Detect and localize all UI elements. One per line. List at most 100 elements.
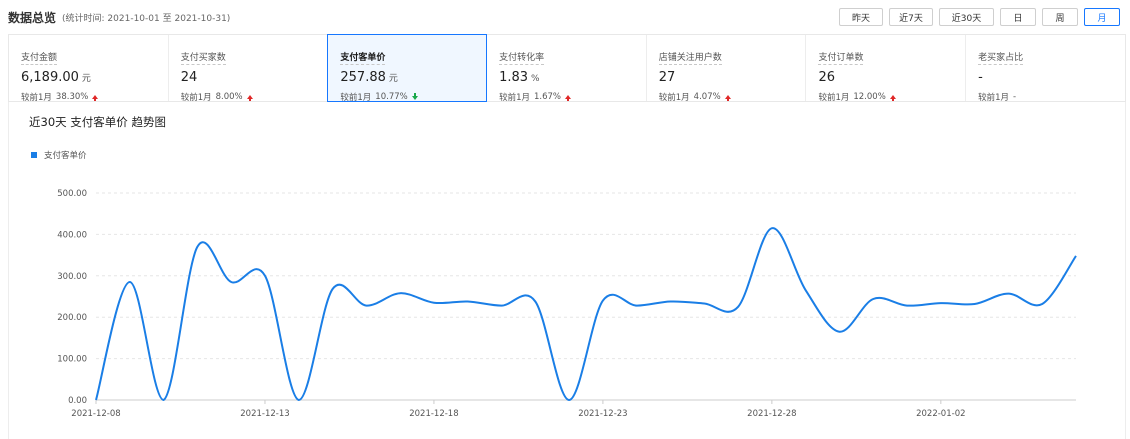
metric-value: 257.88 bbox=[340, 70, 386, 85]
x-tick-label: 2021-12-08 bbox=[71, 409, 120, 419]
x-tick-label: 2021-12-18 bbox=[409, 409, 458, 419]
metric-value: 24 bbox=[180, 70, 198, 85]
page-title: 数据总览 bbox=[8, 11, 57, 25]
data-point[interactable] bbox=[499, 303, 505, 309]
compare-value: 38.30% bbox=[55, 92, 89, 102]
metric-label: 支付金额 bbox=[21, 53, 58, 65]
data-point[interactable] bbox=[769, 225, 775, 231]
data-point[interactable] bbox=[600, 298, 606, 304]
month-button[interactable]: 月 bbox=[1084, 8, 1120, 26]
metric-unit: 元 bbox=[388, 74, 398, 84]
data-point[interactable] bbox=[431, 300, 437, 306]
day-button[interactable]: 日 bbox=[1000, 8, 1036, 26]
data-point[interactable] bbox=[93, 397, 99, 403]
metric-card-payment-amount[interactable]: 支付金额 6,189.00 元 较前1月 38.30% bbox=[9, 35, 169, 103]
data-point[interactable] bbox=[532, 298, 538, 304]
data-point[interactable] bbox=[904, 303, 910, 309]
data-point[interactable] bbox=[701, 301, 707, 307]
data-point[interactable] bbox=[667, 298, 673, 304]
metric-value: - bbox=[978, 70, 983, 85]
metric-label: 支付客单价 bbox=[340, 53, 386, 65]
compare-value: 1.67% bbox=[533, 92, 561, 102]
metric-value: 6,189.00 bbox=[21, 70, 79, 85]
data-point[interactable] bbox=[296, 397, 302, 403]
data-point[interactable] bbox=[127, 279, 133, 285]
data-point[interactable] bbox=[735, 304, 741, 310]
trend-up-icon bbox=[724, 95, 731, 101]
trend-up-icon bbox=[565, 95, 571, 101]
y-tick-label: 300.00 bbox=[57, 272, 87, 282]
x-tick-label: 2022-01-02 bbox=[916, 409, 965, 419]
x-tick-label: 2021-12-28 bbox=[747, 409, 796, 419]
data-point[interactable] bbox=[634, 303, 640, 309]
metric-value: 1.83 bbox=[499, 70, 529, 85]
data-point[interactable] bbox=[566, 397, 572, 403]
metric-label: 店铺关注用户数 bbox=[658, 53, 722, 65]
data-point[interactable] bbox=[1039, 301, 1045, 307]
data-point[interactable] bbox=[836, 329, 842, 335]
data-point[interactable] bbox=[938, 300, 944, 306]
trend-down-icon bbox=[411, 93, 418, 100]
data-point[interactable] bbox=[870, 296, 876, 302]
compare-value: 4.07% bbox=[693, 92, 721, 102]
statistics-period: (统计时间: 2021-10-01 至 2021-10-31) bbox=[62, 11, 230, 24]
metric-card-avg-order-value[interactable]: 支付客单价 257.88 元 较前1月 10.77% bbox=[327, 34, 488, 103]
y-tick-label: 500.00 bbox=[57, 189, 87, 199]
metric-card-buyers[interactable]: 支付买家数 24 较前1月 8.00% bbox=[169, 35, 329, 103]
data-point[interactable] bbox=[363, 303, 369, 309]
x-tick-label: 2021-12-23 bbox=[578, 409, 627, 419]
y-tick-label: 0.00 bbox=[68, 396, 87, 406]
period-separator: 至 bbox=[162, 14, 172, 24]
metric-value-row: 257.88 元 bbox=[340, 70, 474, 87]
metric-card-returning-buyers[interactable]: 老买家占比 - 较前1月 - bbox=[966, 35, 1126, 103]
metric-value-row: 6,189.00 元 bbox=[21, 70, 156, 87]
compare-value: 8.00% bbox=[215, 92, 243, 102]
data-point[interactable] bbox=[972, 301, 978, 307]
data-point[interactable] bbox=[803, 287, 809, 293]
metric-unit: 元 bbox=[81, 74, 91, 84]
period-start: 2021-10-01 bbox=[107, 14, 160, 24]
data-point[interactable] bbox=[194, 244, 200, 250]
compare-value: 10.77% bbox=[375, 92, 408, 102]
data-point[interactable] bbox=[161, 397, 167, 403]
data-point[interactable] bbox=[465, 298, 471, 304]
data-point[interactable] bbox=[397, 290, 403, 296]
x-tick-label: 2021-12-13 bbox=[240, 409, 289, 419]
data-point[interactable] bbox=[228, 279, 234, 285]
metric-card-conversion-rate[interactable]: 支付转化率 1.83% 较前1月 1.67% bbox=[487, 35, 647, 103]
metric-value-row: 24 bbox=[181, 70, 316, 87]
compare-value: - bbox=[1013, 92, 1017, 102]
y-tick-label: 400.00 bbox=[57, 230, 87, 240]
time-range-selector: 昨天 近7天 近30天 日 周 月 bbox=[839, 8, 1120, 26]
metric-value: 26 bbox=[818, 70, 835, 85]
data-point[interactable] bbox=[1005, 291, 1011, 297]
trend-up-icon bbox=[92, 95, 99, 101]
metric-label: 支付买家数 bbox=[180, 53, 226, 65]
data-point[interactable] bbox=[1073, 253, 1079, 259]
data-point[interactable] bbox=[330, 286, 336, 292]
y-tick-label: 200.00 bbox=[57, 313, 87, 323]
metric-value-row: 1.83% bbox=[499, 70, 634, 87]
y-tick-label: 100.00 bbox=[57, 355, 87, 365]
period-end: 2021-10-31) bbox=[174, 14, 231, 24]
series-line[interactable] bbox=[95, 227, 1077, 401]
trend-up-icon bbox=[246, 95, 253, 101]
metric-label: 支付订单数 bbox=[818, 53, 864, 65]
metric-value-row: 26 bbox=[818, 70, 953, 87]
metric-label: 老买家占比 bbox=[978, 53, 1024, 65]
metrics-row: 支付金额 6,189.00 元 较前1月 38.30% 支付买家数 24 较前1月 8… bbox=[8, 34, 1126, 103]
last-30-days-button[interactable]: 近30天 bbox=[939, 8, 994, 26]
data-point[interactable] bbox=[262, 273, 268, 279]
metric-value: 27 bbox=[658, 70, 676, 85]
week-button[interactable]: 周 bbox=[1042, 8, 1078, 26]
metric-label: 支付转化率 bbox=[499, 53, 545, 65]
yesterday-button[interactable]: 昨天 bbox=[839, 8, 883, 26]
last-7-days-button[interactable]: 近7天 bbox=[889, 8, 933, 26]
trend-line-chart[interactable]: 0.00 100.00 200.00 300.00 400.00 500.00 2021-1… bbox=[9, 102, 1125, 439]
trend-chart-panel: 近30天 支付客单价 趋势图 支付客单价 0.00 100.00 200.00 300… bbox=[8, 102, 1126, 439]
metric-value-row: 27 bbox=[659, 70, 794, 87]
metric-card-followers[interactable]: 店铺关注用户数 27 较前1月 4.07% bbox=[647, 35, 807, 103]
metric-value-row: - bbox=[978, 70, 1114, 87]
trend-up-icon bbox=[889, 95, 896, 101]
metric-card-orders[interactable]: 支付订单数 26 较前1月 12.00% bbox=[806, 35, 967, 103]
